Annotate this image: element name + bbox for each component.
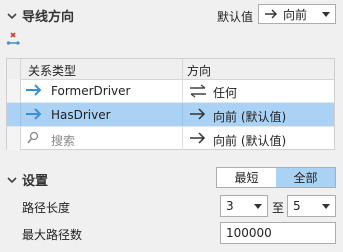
- search-input[interactable]: 搜索: [51, 132, 75, 149]
- settings-section-header[interactable]: 设置: [6, 170, 48, 189]
- to-label: 至: [272, 201, 285, 215]
- column-header-direction[interactable]: 方向: [187, 62, 211, 79]
- caret-down-icon: [322, 12, 330, 17]
- path-length-min-dropdown[interactable]: 3: [220, 195, 268, 217]
- table-row[interactable]: HasDriver 向前 (默认值): [7, 103, 334, 127]
- direction-section-header[interactable]: 导线方向: [6, 6, 74, 25]
- relationship-direction: 向前 (默认值): [213, 110, 287, 124]
- chevron-down-icon[interactable]: [6, 174, 18, 186]
- bidirectional-arrows-icon: [189, 84, 207, 101]
- caret-down-icon: [254, 204, 262, 209]
- path-length-max-value: 5: [293, 199, 301, 213]
- section-title: 设置: [22, 174, 49, 189]
- max-paths-input[interactable]: 100000: [220, 222, 336, 244]
- default-direction-dropdown[interactable]: 向前: [258, 4, 336, 24]
- segment-shortest[interactable]: 最短: [217, 168, 276, 187]
- default-direction-value: 向前: [283, 7, 308, 22]
- relationship-name: HasDriver: [51, 108, 111, 122]
- grid-header-corner[interactable]: [7, 59, 21, 79]
- arrow-right-icon: [25, 84, 43, 99]
- grid-header: 关系类型 方向: [7, 59, 334, 80]
- arrow-right-icon: [189, 132, 207, 147]
- relationship-direction: 向前 (默认值): [213, 134, 287, 148]
- table-row[interactable]: FormerDriver 任何: [7, 79, 334, 103]
- path-length-max-dropdown[interactable]: 5: [287, 195, 336, 217]
- relationship-grid: 关系类型 方向 FormerDriver 任何 HasDriver 向前 (默认…: [6, 58, 335, 150]
- path-length-min-value: 3: [226, 199, 234, 213]
- table-row-search[interactable]: 搜索 向前 (默认值): [7, 127, 334, 150]
- path-length-label: 路径长度: [22, 201, 71, 215]
- path-mode-segmented-control: 最短 全部: [216, 167, 336, 188]
- arrow-right-icon: [264, 9, 278, 19]
- relationship-direction: 任何: [213, 86, 238, 100]
- arrow-right-icon: [189, 108, 207, 123]
- segment-all[interactable]: 全部: [276, 168, 335, 187]
- default-value-label: 默认值: [217, 10, 254, 24]
- caret-down-icon: [322, 204, 330, 209]
- relationship-name: FormerDriver: [51, 84, 131, 98]
- column-header-relationship-type[interactable]: 关系类型: [28, 62, 76, 79]
- chevron-down-icon[interactable]: [6, 10, 18, 22]
- remove-relationship-icon[interactable]: [6, 31, 22, 50]
- max-paths-value: 100000: [226, 226, 272, 240]
- section-title: 导线方向: [22, 10, 75, 25]
- arrow-right-icon: [25, 108, 43, 123]
- search-icon: [27, 131, 39, 148]
- max-paths-label: 最大路径数: [22, 228, 83, 242]
